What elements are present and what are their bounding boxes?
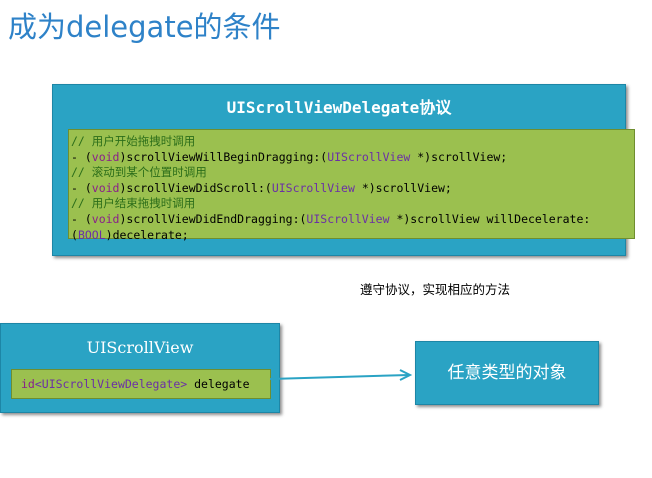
delegate-arrow bbox=[269, 369, 413, 381]
any-object-box: 任意类型的对象 bbox=[415, 341, 599, 405]
arrow-line bbox=[269, 374, 410, 380]
